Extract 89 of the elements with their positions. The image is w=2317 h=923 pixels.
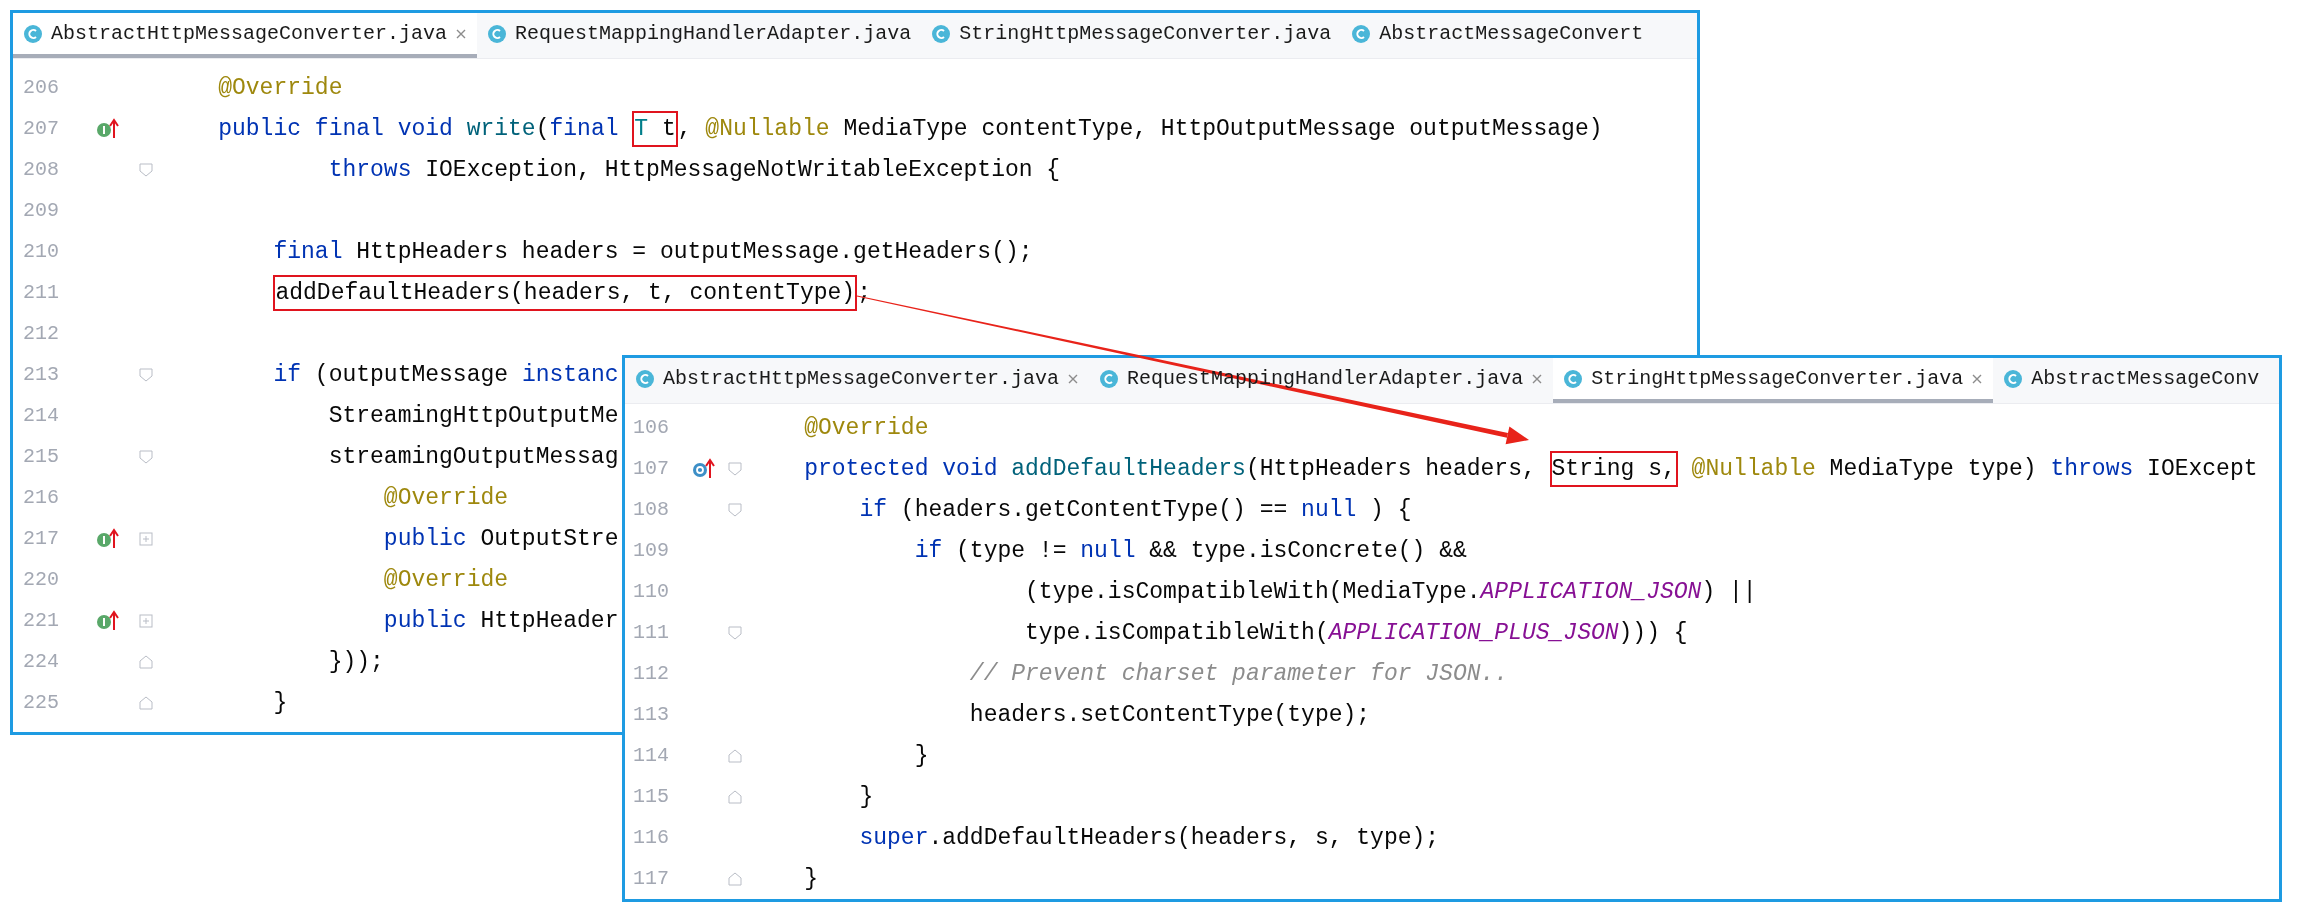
line-number: 208 — [23, 156, 59, 183]
line-number: 111 — [633, 619, 669, 646]
fold-icon[interactable] — [139, 367, 153, 382]
fold-icon[interactable] — [728, 625, 742, 640]
line-number: 115 — [633, 783, 669, 810]
code-line: if (type != null && type.isConcrete() && — [913, 536, 1467, 566]
fold-icon[interactable] — [728, 461, 742, 476]
class-icon — [2003, 368, 2024, 389]
code-line: if (headers.getContentType() == null ) { — [858, 495, 1412, 525]
class-icon — [1563, 368, 1584, 389]
code-line: StreamingHttpOutputMe — [327, 401, 619, 431]
code-line: } — [272, 688, 288, 718]
line-number: 110 — [633, 578, 669, 605]
close-icon[interactable] — [1531, 372, 1544, 385]
line-number: 224 — [23, 648, 59, 675]
fold-icon[interactable] — [728, 502, 742, 517]
fold-icon[interactable] — [139, 654, 153, 669]
file-tab[interactable]: RequestMappingHandlerAdapter.java — [477, 13, 922, 58]
fold-icon[interactable] — [728, 789, 742, 804]
line-number: 213 — [23, 361, 59, 388]
fold-icon[interactable] — [139, 695, 153, 710]
close-icon[interactable] — [1067, 372, 1080, 385]
method-marker-icon[interactable] — [96, 117, 120, 140]
code-line: })); — [327, 647, 384, 677]
line-number: 215 — [23, 443, 59, 470]
code-line: (type.isCompatibleWith(MediaType.APPLICATION_JSON) || — [1024, 577, 1757, 607]
class-icon — [1351, 23, 1372, 44]
fold-icon[interactable] — [139, 449, 153, 464]
code-line: @Override — [382, 483, 509, 513]
file-tab[interactable]: AbstractMessageConvert — [1341, 13, 1654, 58]
line-number: 210 — [23, 238, 59, 265]
line-number: 108 — [633, 496, 669, 523]
close-icon[interactable] — [455, 27, 468, 40]
fold-icon[interactable] — [728, 748, 742, 763]
line-number: 211 — [23, 279, 59, 306]
code-line: public HttpHeader — [382, 606, 619, 636]
code-line: final HttpHeaders headers = outputMessage.getHeaders(); — [272, 237, 1033, 267]
code-line: public OutputStre — [382, 524, 619, 554]
code-line: protected void addDefaultHeaders(HttpHeaders headers, String s, @Nullable MediaType type) throws IOExcept — [749, 453, 2258, 484]
line-number: 106 — [633, 414, 669, 441]
line-number: 117 — [633, 865, 669, 892]
line-number: 112 — [633, 660, 669, 687]
code-line: headers.setContentType(type); — [968, 700, 1371, 730]
code-line: @Override — [803, 413, 929, 443]
line-number: 214 — [23, 402, 59, 429]
code-line: @Override — [382, 565, 509, 595]
line-number: 225 — [23, 689, 59, 716]
file-tab[interactable]: AbstractMessageConv — [1993, 358, 2270, 403]
class-icon — [1099, 368, 1120, 389]
expand-icon[interactable] — [139, 531, 153, 546]
file-tab[interactable]: AbstractHttpMessageConverter.java — [13, 13, 478, 58]
code-line: } — [803, 864, 818, 894]
close-icon[interactable] — [1971, 372, 1984, 385]
line-number: 109 — [633, 537, 669, 564]
line-number: 207 — [23, 115, 59, 142]
class-icon — [487, 23, 508, 44]
line-number: 206 — [23, 74, 59, 101]
class-icon — [23, 23, 43, 44]
code-line: } — [913, 741, 929, 771]
method-marker-icon[interactable] — [96, 609, 120, 632]
line-number: 114 — [633, 742, 669, 769]
line-number: 220 — [23, 566, 59, 593]
code-line: } — [858, 782, 874, 812]
line-number: 209 — [23, 197, 59, 224]
method-marker-icon[interactable] — [692, 457, 716, 480]
fold-icon[interactable] — [728, 871, 742, 886]
expand-icon[interactable] — [139, 613, 153, 628]
code-line: throws IOException, HttpMessageNotWritableException { — [327, 155, 1061, 185]
line-number: 216 — [23, 484, 59, 511]
line-number: 116 — [633, 824, 669, 851]
line-number: 212 — [23, 320, 59, 347]
line-number: 221 — [23, 607, 59, 634]
fold-icon[interactable] — [139, 162, 153, 177]
line-number: 113 — [633, 701, 669, 728]
file-tab[interactable]: AbstractHttpMessageConverter.java — [625, 358, 1090, 403]
file-tab[interactable]: StringHttpMessageConverter.java — [1553, 358, 1994, 403]
code-line: @Override — [217, 73, 343, 103]
code-line: type.isCompatibleWith(APPLICATION_PLUS_JSON))) { — [1024, 618, 1688, 648]
line-number: 107 — [633, 455, 669, 482]
code-line: if (outputMessage instanc — [272, 360, 619, 390]
class-icon — [635, 368, 655, 389]
code-line: public final void write(final T t, @Nullable MediaType contentType, HttpOutputMessage outputMessage) — [163, 113, 1603, 144]
code-line: streamingOutputMessag — [327, 442, 619, 472]
file-tab[interactable]: StringHttpMessageConverter.java — [921, 13, 1342, 58]
class-icon — [931, 23, 952, 44]
code-line: super.addDefaultHeaders(headers, s, type); — [858, 823, 1440, 853]
method-marker-icon[interactable] — [96, 527, 120, 550]
code-line: // Prevent charset parameter for JSON.. — [968, 659, 1509, 689]
line-number: 217 — [23, 525, 59, 552]
